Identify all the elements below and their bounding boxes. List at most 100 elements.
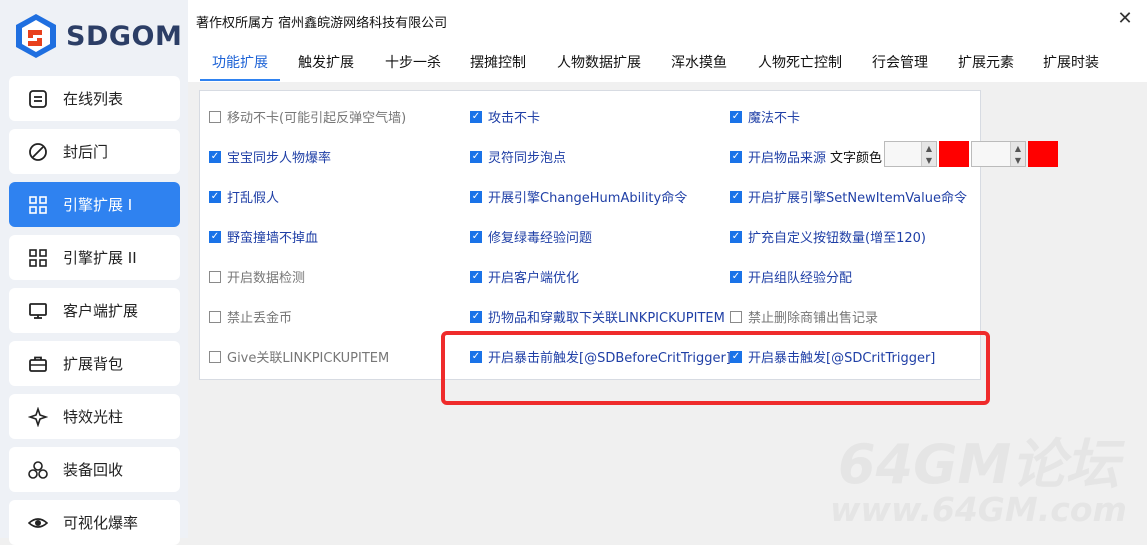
tab-ext-fashion[interactable]: 扩展时装 bbox=[1043, 52, 1099, 72]
watermark-forum: 64GM论坛 bbox=[838, 433, 1120, 496]
checkbox-label: 开启组队经验分配 bbox=[748, 271, 853, 286]
close-icon[interactable]: ✕ bbox=[1115, 8, 1135, 29]
checkbox-pet-sync-drop[interactable]: 宝宝同步人物爆率 bbox=[209, 147, 331, 166]
tab-trigger-ext[interactable]: 触发扩展 bbox=[298, 52, 354, 72]
checkbox-box[interactable] bbox=[730, 270, 742, 283]
sidebar-item-online-list[interactable]: 在线列表 bbox=[9, 76, 180, 121]
sidebar-item-drop-rate[interactable]: 可视化爆率 bbox=[9, 500, 180, 545]
checkbox-box[interactable] bbox=[209, 350, 221, 363]
checkbox-label: 打乱假人 bbox=[227, 191, 280, 206]
tab-stall-control[interactable]: 摆摊控制 bbox=[470, 52, 526, 72]
checkbox-box[interactable] bbox=[730, 230, 742, 243]
sidebar-item-label: 装备回收 bbox=[63, 461, 124, 479]
checkbox-data-check[interactable]: 开启数据检测 bbox=[209, 267, 305, 286]
checkbox-expand-buttons[interactable]: 扩充自定义按钮数量(增至120) bbox=[730, 227, 926, 246]
checkbox-move-no-lag[interactable]: 移动不卡(可能引起反弹空气墙) bbox=[209, 107, 406, 126]
grid-icon bbox=[27, 194, 49, 216]
checkbox-label: 扩充自定义按钮数量(增至120) bbox=[748, 231, 926, 246]
sidebar-item-equip-recycle[interactable]: 装备回收 bbox=[9, 447, 180, 492]
checkbox-label: 开启物品来源 bbox=[748, 151, 827, 166]
block-icon bbox=[27, 141, 49, 163]
text-color-spinner-2[interactable]: ▲ ▼ bbox=[971, 141, 1026, 167]
checkbox-label: 禁止丢金币 bbox=[227, 311, 293, 326]
sdgom-logo-icon bbox=[16, 14, 56, 58]
spinner-arrows-icon[interactable]: ▲ ▼ bbox=[921, 142, 936, 166]
checkbox-box[interactable] bbox=[209, 150, 221, 163]
list-icon bbox=[27, 88, 49, 110]
checkbox-label: 移动不卡(可能引起反弹空气墙) bbox=[227, 111, 407, 126]
checkbox-label: 宝宝同步人物爆率 bbox=[227, 151, 332, 166]
checkbox-box[interactable] bbox=[470, 310, 482, 323]
sidebar-item-engine-ext-2[interactable]: 引擎扩展 II bbox=[9, 235, 180, 280]
checkbox-label: 野蛮撞墙不掉血 bbox=[227, 231, 319, 246]
tab-muddy-fishing[interactable]: 浑水摸鱼 bbox=[671, 52, 727, 72]
checkbox-label: 魔法不卡 bbox=[748, 111, 801, 126]
checkbox-box[interactable] bbox=[730, 190, 742, 203]
sidebar-item-effect-pillar[interactable]: 特效光柱 bbox=[9, 394, 180, 439]
checkbox-change-hum-ability[interactable]: 开展引擎ChangeHumAbility命令 bbox=[470, 187, 687, 206]
text-color-swatch-1[interactable] bbox=[939, 141, 969, 167]
checkbox-box[interactable] bbox=[209, 190, 221, 203]
sidebar-item-backdoor[interactable]: 封后门 bbox=[9, 129, 180, 174]
checkbox-magic-no-lag[interactable]: 魔法不卡 bbox=[730, 107, 800, 126]
tab-player-data-ext[interactable]: 人物数据扩展 bbox=[557, 52, 641, 72]
checkbox-talisman-sync[interactable]: 灵符同步泡点 bbox=[470, 147, 566, 166]
checkbox-team-exp[interactable]: 开启组队经验分配 bbox=[730, 267, 852, 286]
checkbox-drop-wear-link[interactable]: 扔物品和穿戴取下关联LINKPICKUPITEM bbox=[470, 307, 725, 326]
checkbox-box[interactable] bbox=[470, 230, 482, 243]
checkbox-fix-poison-exp[interactable]: 修复绿毒经验问题 bbox=[470, 227, 592, 246]
checkbox-item-source[interactable]: 开启物品来源文字颜色 bbox=[730, 147, 882, 166]
tab-death-control[interactable]: 人物死亡控制 bbox=[758, 52, 842, 72]
sidebar-item-client-ext[interactable]: 客户端扩展 bbox=[9, 288, 180, 333]
sidebar-item-backpack[interactable]: 扩展背包 bbox=[9, 341, 180, 386]
sidebar-item-label: 可视化爆率 bbox=[63, 514, 139, 532]
sparkle-icon bbox=[27, 406, 49, 428]
brand-name: SDGOM bbox=[66, 20, 183, 52]
text-color-label: 文字颜色 bbox=[830, 151, 883, 166]
checkbox-barbaric-wall[interactable]: 野蛮撞墙不掉血 bbox=[209, 227, 318, 246]
checkbox-box[interactable] bbox=[209, 310, 221, 323]
window-title: 著作权所属方 宿州鑫皖游网络科技有限公司 bbox=[196, 16, 448, 31]
tab-ext-elements[interactable]: 扩展元素 bbox=[958, 52, 1014, 72]
checkbox-give-link[interactable]: Give关联LINKPICKUPITEM bbox=[209, 347, 389, 366]
checkbox-label: 禁止删除商铺出售记录 bbox=[748, 311, 879, 326]
checkbox-attack-no-lag[interactable]: 攻击不卡 bbox=[470, 107, 540, 126]
checkbox-label: 灵符同步泡点 bbox=[488, 151, 567, 166]
sidebar-item-label: 引擎扩展 II bbox=[63, 249, 137, 267]
sidebar-item-label: 扩展背包 bbox=[63, 355, 124, 373]
text-color-spinner-1[interactable]: ▲ ▼ bbox=[884, 141, 937, 167]
tab-ten-step-kill[interactable]: 十步一杀 bbox=[385, 52, 441, 72]
sidebar-item-label: 客户端扩展 bbox=[63, 302, 139, 320]
checkbox-set-new-item-value[interactable]: 开启扩展引擎SetNewItemValue命令 bbox=[730, 187, 967, 206]
checkbox-box[interactable] bbox=[470, 150, 482, 163]
checkbox-box[interactable] bbox=[730, 310, 742, 323]
checkbox-shuffle-fake[interactable]: 打乱假人 bbox=[209, 187, 279, 206]
checkbox-box[interactable] bbox=[730, 110, 742, 123]
checkbox-box[interactable] bbox=[209, 110, 221, 123]
text-color-swatch-2[interactable] bbox=[1028, 141, 1058, 167]
checkbox-box[interactable] bbox=[209, 270, 221, 283]
spinner-arrows-icon[interactable]: ▲ ▼ bbox=[1010, 142, 1025, 166]
sidebar-item-engine-ext-1[interactable]: 引擎扩展 I bbox=[9, 182, 180, 227]
checkbox-no-delete-shop-record[interactable]: 禁止删除商铺出售记录 bbox=[730, 307, 878, 326]
tab-guild-management[interactable]: 行会管理 bbox=[872, 52, 928, 72]
app-logo: SDGOM bbox=[12, 8, 184, 64]
sidebar: SDGOM 在线列表 封后门 引擎扩展 I 引擎扩展 II 客户端扩展 扩展背包… bbox=[0, 0, 188, 545]
checkbox-label: 开启客户端优化 bbox=[488, 271, 580, 286]
eye-icon bbox=[27, 512, 49, 534]
watermark-url: www.64GM.com bbox=[830, 490, 1127, 529]
checkbox-label: 开启扩展引擎SetNewItemValue命令 bbox=[748, 191, 967, 206]
checkbox-label: Give关联LINKPICKUPITEM bbox=[227, 351, 390, 366]
checkbox-label: 开启数据检测 bbox=[227, 271, 306, 286]
checkbox-client-optimize[interactable]: 开启客户端优化 bbox=[470, 267, 579, 286]
checkbox-no-drop-gold[interactable]: 禁止丢金币 bbox=[209, 307, 292, 326]
checkbox-box[interactable] bbox=[730, 150, 742, 163]
monitor-icon bbox=[27, 300, 49, 322]
checkbox-box[interactable] bbox=[470, 270, 482, 283]
tab-function-ext[interactable]: 功能扩展 bbox=[212, 52, 268, 72]
tab-bar: 功能扩展 触发扩展 十步一杀 摆摊控制 人物数据扩展 浑水摸鱼 人物死亡控制 行… bbox=[188, 40, 1147, 82]
checkbox-box[interactable] bbox=[470, 110, 482, 123]
checkbox-box[interactable] bbox=[470, 190, 482, 203]
annotation-highlight-box bbox=[441, 331, 990, 405]
checkbox-box[interactable] bbox=[209, 230, 221, 243]
